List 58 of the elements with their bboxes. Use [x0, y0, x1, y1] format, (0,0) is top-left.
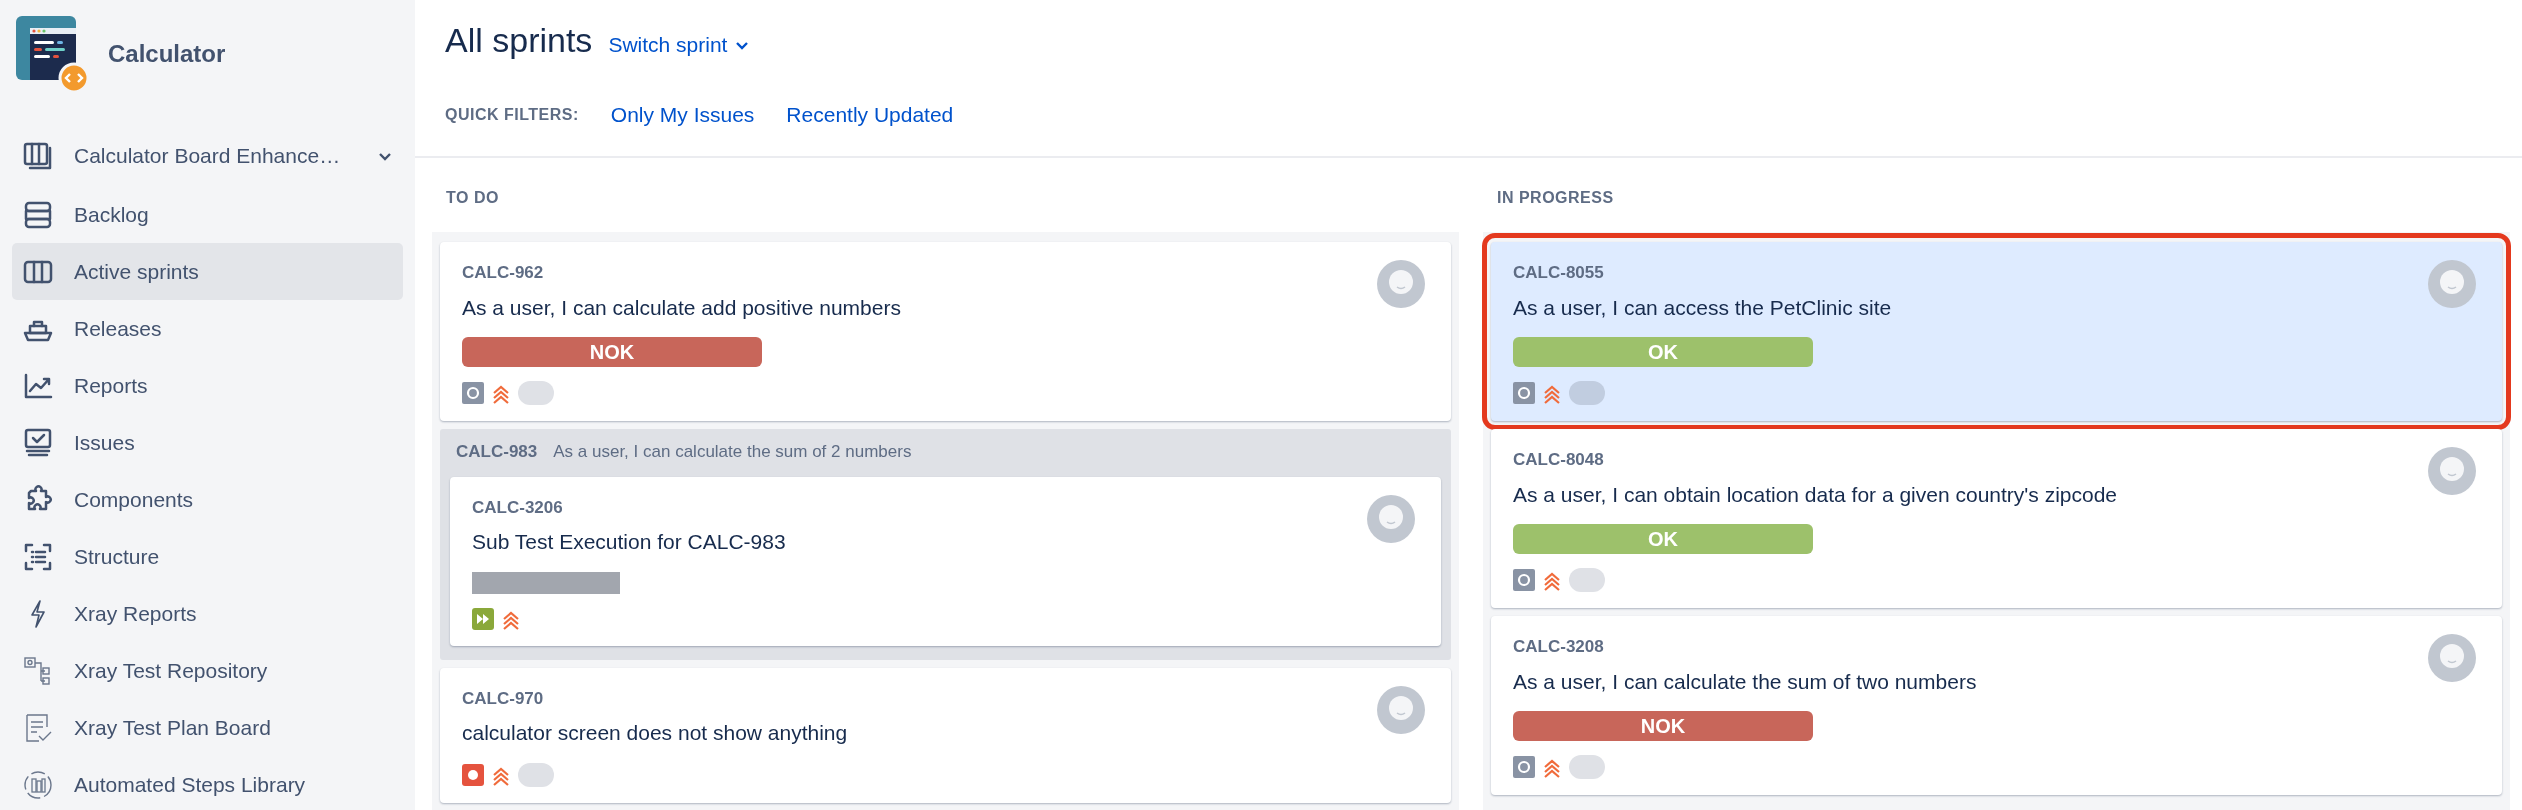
nav-item[interactable]: Xray Test Plan Board — [12, 699, 403, 756]
status-bar: NOK — [1513, 711, 1813, 742]
monitor-icon — [22, 426, 54, 459]
issue-card[interactable]: CALC-3208 As a user, I can calculate the sum of two numbers NOK — [1491, 616, 2502, 796]
parent-key[interactable]: CALC-983 — [456, 439, 538, 465]
nav-item[interactable]: Reports — [12, 357, 403, 414]
project-name: Calculator — [108, 39, 226, 69]
nav-item[interactable]: Automated Steps Library — [12, 756, 403, 810]
nav-item[interactable]: Issues — [12, 414, 403, 471]
status-bar: OK — [1513, 524, 1813, 555]
issue-summary: calculator screen does not show anything — [462, 720, 849, 747]
avatar-icon — [2428, 447, 2476, 496]
test-icon — [1513, 382, 1535, 405]
nav-item[interactable]: Xray Test Repository — [12, 642, 403, 699]
status-bar: OK — [1513, 337, 1813, 368]
status-bar: NOK — [462, 337, 762, 368]
library-icon — [22, 768, 54, 801]
quick-filter-link[interactable]: Only My Issues — [610, 98, 755, 131]
quick-filters-label: QUICK FILTERS: — [445, 104, 579, 125]
play-icon — [472, 607, 494, 630]
test-icon — [1513, 569, 1535, 592]
column-header: TO DO — [445, 188, 500, 209]
issue-key[interactable]: CALC-8048 — [1513, 447, 2480, 473]
board-selector[interactable]: Calculator Board Enhance… — [12, 126, 403, 186]
page-title: All sprints — [445, 20, 593, 61]
nav-item[interactable]: Active sprints — [12, 243, 403, 300]
issue-summary: As a user, I can obtain location data for a given country's zipcode — [1513, 481, 2119, 508]
column-header: IN PROGRESS — [1496, 188, 1615, 209]
issue-key[interactable]: CALC-3206 — [472, 494, 1419, 521]
issue-card[interactable]: CALC-970 calculator screen does not show anything — [440, 667, 1451, 803]
nav-item[interactable]: Structure — [12, 528, 403, 585]
nav-item[interactable]: Backlog — [12, 186, 403, 243]
test-icon — [1513, 756, 1535, 779]
issue-summary: Sub Test Execution for CALC-983 — [472, 529, 787, 556]
issue-key[interactable]: CALC-8055 — [1513, 260, 2480, 286]
avatar-icon — [2428, 260, 2476, 309]
issue-key[interactable]: CALC-3208 — [1513, 634, 2480, 660]
avatar-icon — [1367, 494, 1415, 543]
issue-card[interactable]: CALC-962 As a user, I can calculate add positive numbers NOK — [440, 242, 1451, 422]
issue-card[interactable]: CALC-8048 As a user, I can obtain location data for a given country's zipcode OK — [1491, 429, 2502, 609]
board-stack-icon — [22, 140, 54, 172]
issue-summary: As a user, I can calculate the sum of two numbers — [1513, 668, 1978, 695]
issue-key[interactable]: CALC-962 — [462, 260, 1429, 286]
issue-summary: As a user, I can calculate add positive numbers — [462, 294, 902, 321]
bug-icon — [462, 763, 484, 786]
avatar-icon — [1377, 260, 1425, 309]
issue-key[interactable]: CALC-970 — [462, 685, 1429, 712]
quick-filter-link[interactable]: Recently Updated — [786, 98, 954, 131]
issue-card[interactable]: CALC-3206 Sub Test Execution for CALC-983 — [450, 476, 1441, 646]
avatar-icon — [2428, 634, 2476, 683]
nav-item[interactable]: Releases — [12, 300, 403, 357]
nav-item[interactable]: Xray Reports — [12, 585, 403, 642]
nav-item[interactable]: Components — [12, 471, 403, 528]
parent-summary: As a user, I can calculate the sum of 2 numbers — [553, 441, 912, 464]
avatar-icon — [1377, 685, 1425, 734]
issue-summary: As a user, I can access the PetClinic site — [1513, 294, 1893, 321]
switch-sprint-link[interactable]: Switch sprint — [608, 29, 750, 61]
test-icon — [462, 382, 484, 405]
